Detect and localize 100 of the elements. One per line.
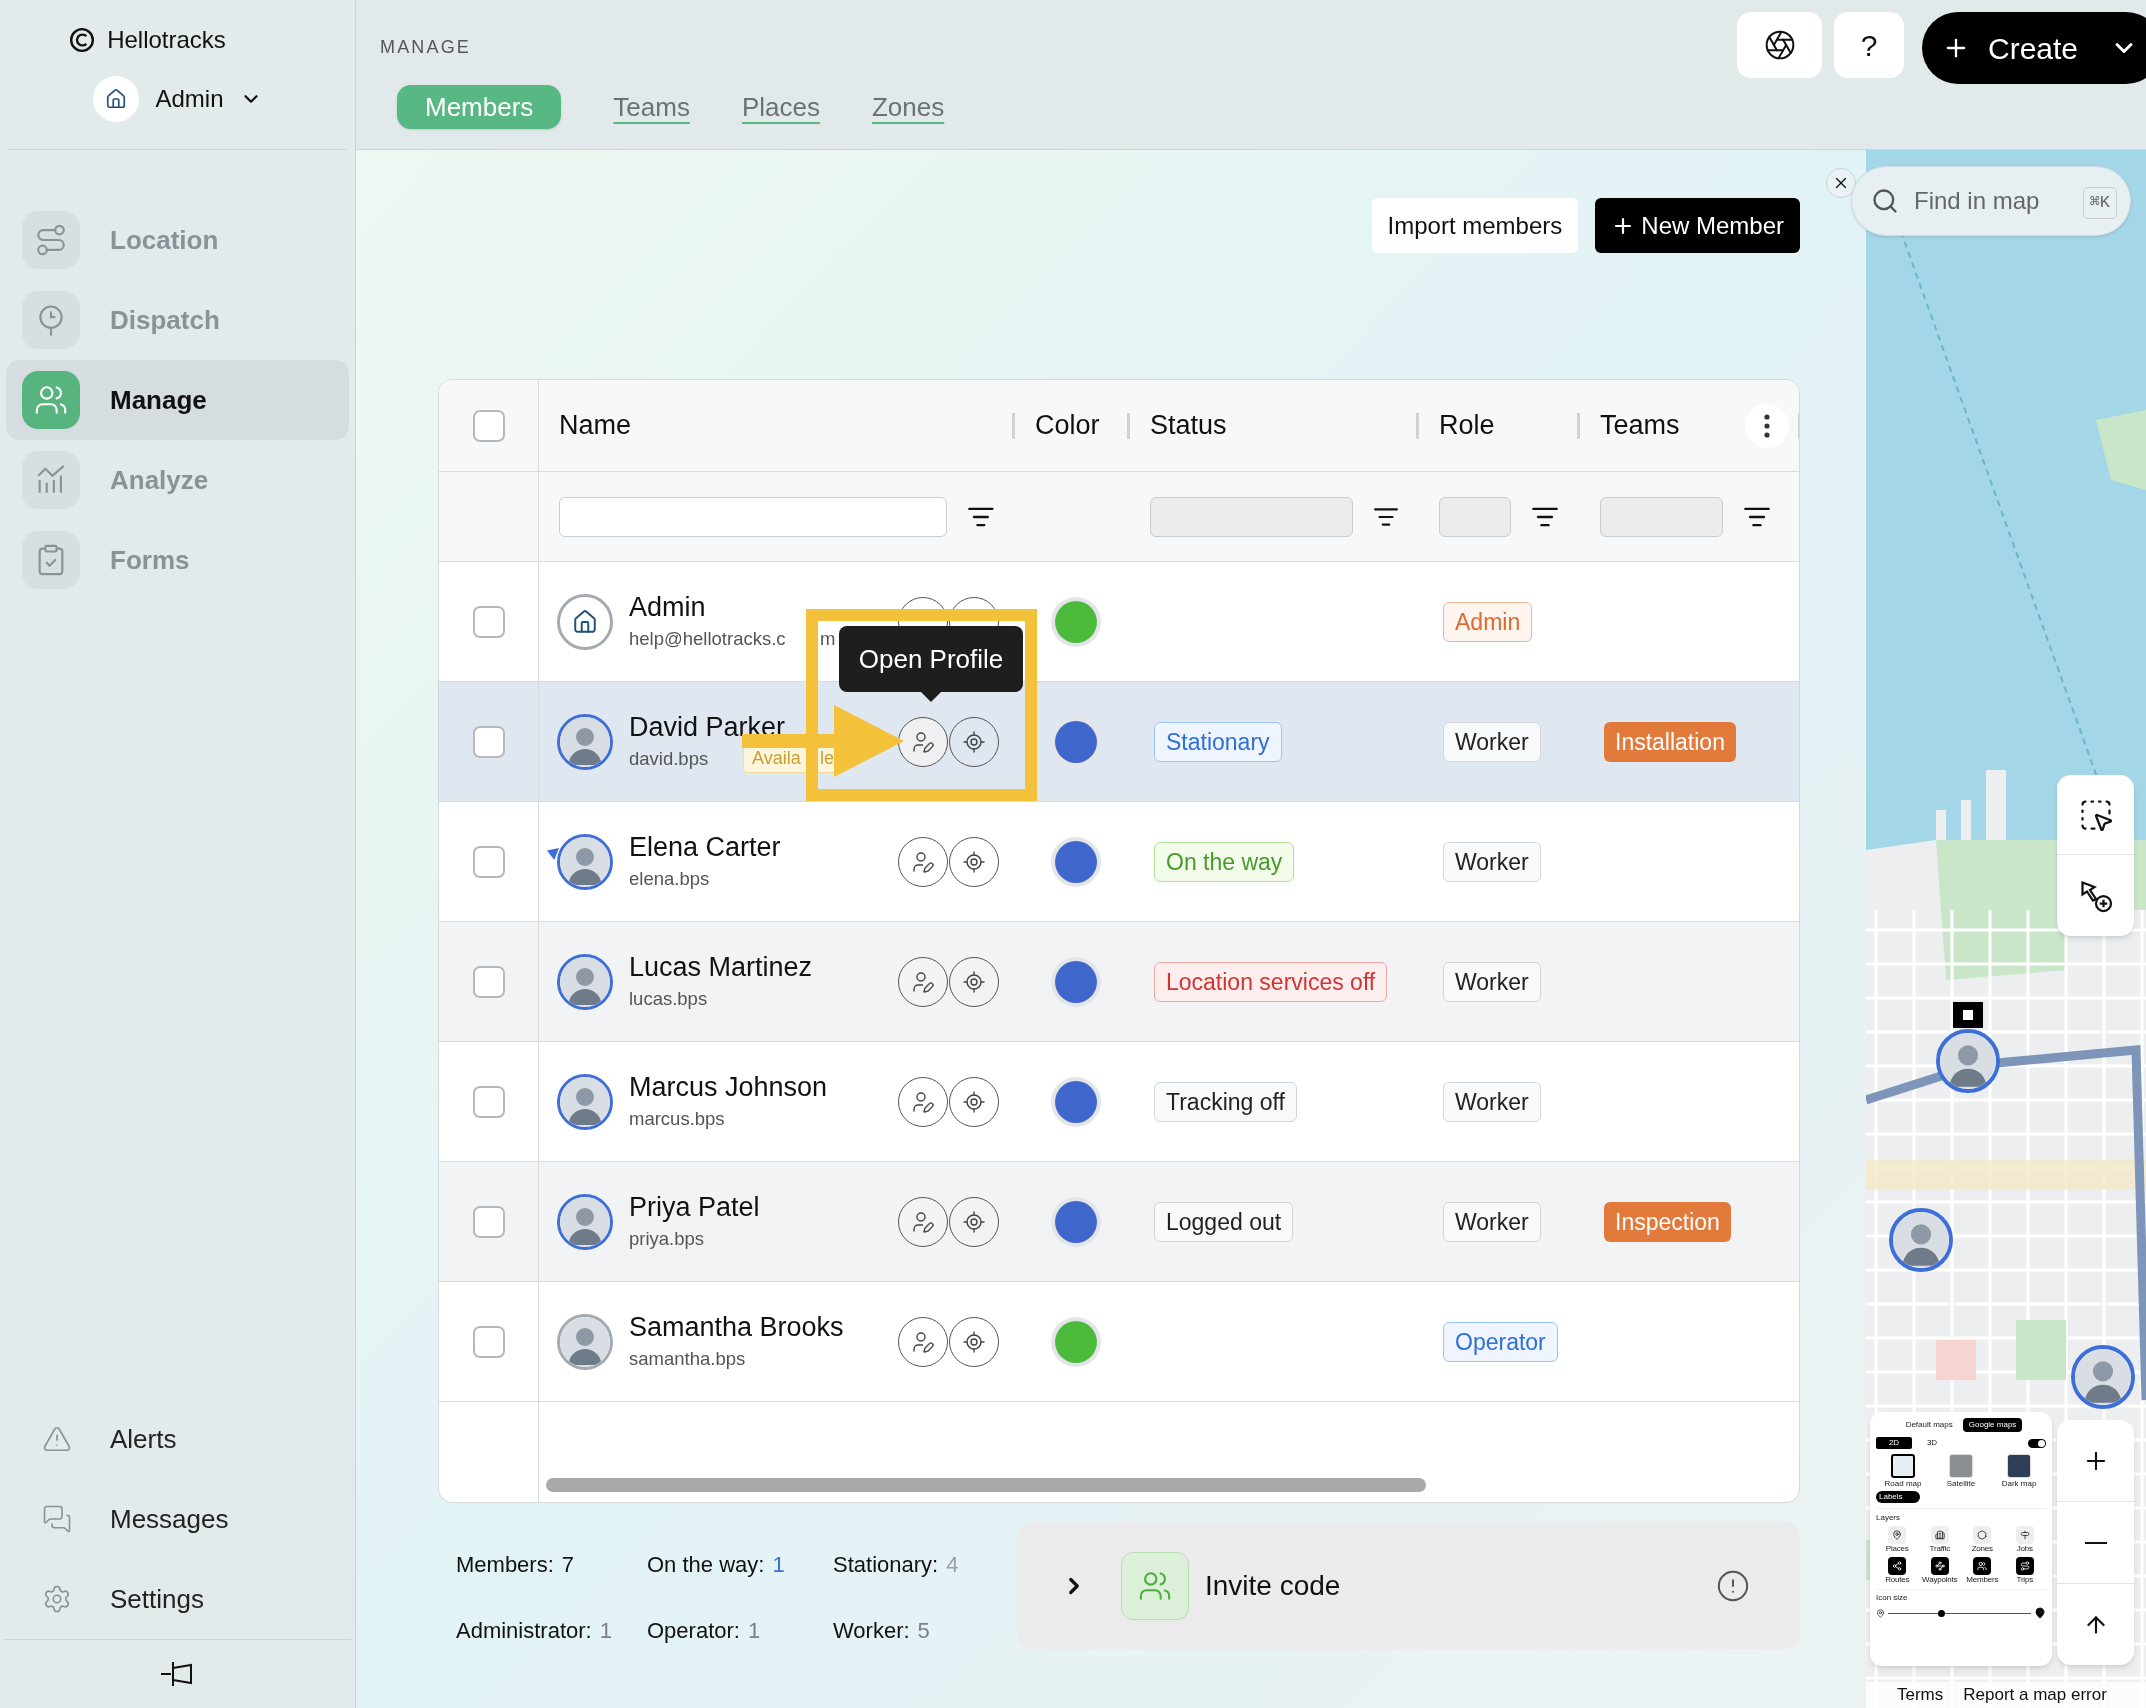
member-name: Samantha Brooks xyxy=(629,1310,845,1343)
crosshair-icon xyxy=(962,849,986,874)
pin-icon xyxy=(1892,1530,1903,1540)
status-badge: Location services off xyxy=(1154,961,1388,1002)
table-row[interactable]: Samantha Brooks samantha.bps Operator xyxy=(439,1282,1799,1402)
layer-toggle[interactable] xyxy=(1888,1526,1907,1544)
layer-toggle[interactable] xyxy=(1973,1526,1992,1544)
row-checkbox[interactable] xyxy=(472,1205,505,1238)
invite-code-label: Invite code xyxy=(1205,1568,1341,1603)
layer-toggle[interactable] xyxy=(2015,1557,2034,1575)
stat-value: 5 xyxy=(917,1616,930,1645)
map-footer-link[interactable]: Terms xyxy=(1897,1682,1944,1708)
table-row[interactable]: Lucas Martinez lucas.bps Location services off Worker xyxy=(439,922,1799,1042)
minus-icon xyxy=(2084,1541,2107,1544)
layer-label: Trips xyxy=(2016,1575,2033,1585)
help-button[interactable]: ? xyxy=(1834,12,1904,78)
team-badge: Inspection xyxy=(1604,1201,1731,1242)
nav-item[interactable]: Settings xyxy=(42,1559,313,1639)
tab[interactable]: Teams xyxy=(613,85,690,129)
import-members-button[interactable]: Import members xyxy=(1371,198,1579,253)
slider-thumb[interactable] xyxy=(1937,1609,1945,1617)
stat-label: On the way: xyxy=(647,1551,765,1580)
select-all-checkbox[interactable] xyxy=(472,409,505,442)
member-name: Lucas Martinez xyxy=(629,950,814,983)
table-row[interactable]: Marcus Johnson marcus.bps Tracking off Worker xyxy=(439,1042,1799,1162)
layer-label: Members xyxy=(1966,1575,1999,1585)
crosshair-icon xyxy=(962,1329,986,1354)
layer-label: Routes xyxy=(1885,1575,1910,1585)
view-mode-tab[interactable]: 3D xyxy=(1914,1437,1950,1449)
stat-value: 1 xyxy=(747,1616,761,1645)
search-icon xyxy=(1871,187,1899,215)
row-checkbox[interactable] xyxy=(472,725,505,758)
filter-field[interactable] xyxy=(559,496,948,537)
row-checkbox[interactable] xyxy=(472,1325,505,1358)
crosshair-icon xyxy=(962,969,986,994)
route-icon xyxy=(2019,1561,2030,1571)
labels-toggle[interactable]: Labels xyxy=(1876,1491,1920,1503)
warning-icon xyxy=(42,1424,72,1454)
tab[interactable]: Places xyxy=(741,85,820,129)
nav-item[interactable]: Alerts xyxy=(42,1399,313,1479)
table-row[interactable]: Elena Carter elena.bps On the way Worker xyxy=(439,802,1799,922)
crosshair-icon xyxy=(962,1209,986,1234)
role-badge: Worker xyxy=(1443,841,1541,882)
map-type-tab[interactable]: Google maps xyxy=(1962,1418,2023,1432)
new-member-button[interactable]: New Member xyxy=(1595,198,1800,253)
column-header[interactable]: Name xyxy=(559,405,632,446)
account-avatar xyxy=(93,76,140,122)
layer-label: Waypoints xyxy=(1922,1575,1958,1585)
stat-label: Operator: xyxy=(647,1616,740,1645)
tab[interactable]: Zones xyxy=(872,85,945,129)
nav-item[interactable]: Manage xyxy=(6,360,349,440)
column-header[interactable]: Status xyxy=(1150,405,1227,446)
column-header[interactable]: Color xyxy=(1035,405,1100,446)
create-button[interactable]: Create xyxy=(1922,12,2146,84)
large-pin-icon xyxy=(2034,1607,2046,1619)
layer-toggle[interactable] xyxy=(2015,1526,2034,1544)
logo-icon xyxy=(69,27,96,53)
invite-code-panel[interactable]: Invite code xyxy=(1017,1522,1800,1649)
member-username: marcus.bps xyxy=(629,1106,725,1131)
role-badge: Worker xyxy=(1443,721,1541,762)
status-badge: Tracking off xyxy=(1154,1081,1297,1122)
base-map-thumbnail[interactable] xyxy=(1891,1454,1915,1478)
column-header[interactable]: Role xyxy=(1439,405,1495,446)
info-icon[interactable] xyxy=(1716,1568,1750,1603)
user-edit-icon xyxy=(911,969,935,994)
row-checkbox[interactable] xyxy=(472,605,505,638)
horizontal-scrollbar[interactable] xyxy=(546,1478,1426,1492)
row-checkbox[interactable] xyxy=(472,965,505,998)
layer-toggle[interactable] xyxy=(1930,1557,1949,1575)
team-badge: Installation xyxy=(1604,721,1736,762)
account-switcher[interactable]: Admin xyxy=(93,76,262,122)
map-footer-link[interactable]: Report a map error xyxy=(1963,1682,2107,1708)
status-badge: Logged out xyxy=(1154,1201,1294,1242)
marker-tag-icon xyxy=(1953,1002,1983,1028)
users-icon xyxy=(34,383,68,417)
mode-toggle[interactable] xyxy=(2028,1438,2046,1448)
column-menu-button[interactable] xyxy=(1745,403,1789,448)
table-row[interactable]: Priya Patel priya.bps Logged out Worker Inspection xyxy=(439,1162,1799,1282)
member-username: m xyxy=(820,626,836,651)
view-mode-tab[interactable]: 2D xyxy=(1876,1437,1912,1449)
share-icon xyxy=(1892,1561,1903,1571)
layers-heading: Layers xyxy=(1876,1513,1900,1522)
assistant-button[interactable] xyxy=(1737,12,1822,78)
role-badge: Admin xyxy=(1443,601,1533,642)
crosshair-icon xyxy=(962,729,986,754)
column-header[interactable]: Teams xyxy=(1600,405,1680,446)
layer-toggle[interactable] xyxy=(1888,1557,1907,1575)
member-username: lucas.bps xyxy=(629,986,708,1011)
stat-label: Members: xyxy=(456,1551,554,1580)
hexagon-icon xyxy=(1977,1530,1988,1540)
user-edit-icon xyxy=(911,1089,935,1114)
nav-item[interactable]: Messages xyxy=(42,1479,313,1559)
stat-value: 1 xyxy=(599,1616,612,1645)
layer-label: Zones xyxy=(1971,1544,1993,1554)
layer-toggle[interactable] xyxy=(1930,1526,1949,1544)
map-type-tab[interactable]: Default maps xyxy=(1899,1418,1959,1432)
row-checkbox[interactable] xyxy=(472,1085,505,1118)
row-checkbox[interactable] xyxy=(472,845,505,878)
layer-toggle[interactable] xyxy=(1973,1557,1992,1575)
layer-label: Places xyxy=(1885,1544,1909,1554)
